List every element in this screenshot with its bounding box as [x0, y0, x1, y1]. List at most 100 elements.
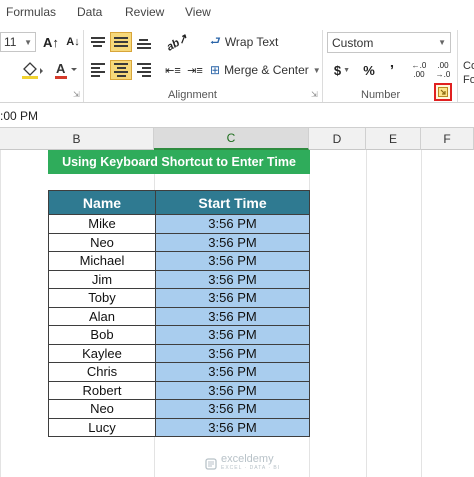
table-body: Mike 3:56 PM Neo 3:56 PM Michael 3:56 PM Jim 3:… — [48, 214, 310, 437]
table-row: Bob 3:56 PM — [48, 325, 310, 345]
align-right-button[interactable] — [133, 60, 155, 80]
name-cell[interactable]: Robert — [48, 380, 156, 400]
increase-decimal-button[interactable]: ←.0 .00 — [408, 58, 430, 82]
tab-view[interactable]: View — [185, 5, 211, 19]
format-as-table-partial-label[interactable]: Fo — [463, 74, 474, 86]
column-header-f[interactable]: F — [421, 128, 474, 150]
start-time-cell[interactable]: 3:56 PM — [155, 380, 310, 400]
start-time-table: Name Start Time Mike 3:56 PM Neo 3:56 PM Mic… — [48, 190, 310, 437]
align-left-button[interactable] — [87, 60, 109, 80]
merge-center-label: Merge & Center — [224, 63, 309, 77]
table-row: Robert 3:56 PM — [48, 380, 310, 400]
accounting-format-button[interactable]: $ ▼ — [330, 60, 354, 80]
grow-font-icon: A↑ — [43, 34, 59, 50]
table-row: Kaylee 3:56 PM — [48, 343, 310, 363]
gridline — [421, 150, 422, 477]
table-row: Toby 3:56 PM — [48, 288, 310, 308]
chevron-down-icon: ▼ — [343, 66, 351, 74]
middle-align-icon — [114, 37, 128, 47]
orientation-button[interactable]: ab↗ — [162, 31, 192, 54]
start-time-cell[interactable]: 3:56 PM — [155, 325, 310, 345]
middle-align-button[interactable] — [110, 32, 132, 52]
alignment-dialog-launcher-icon[interactable]: ⇲ — [311, 90, 320, 99]
decrease-indent-button[interactable]: ⇤≡ — [162, 60, 184, 80]
name-cell[interactable]: Neo — [48, 232, 156, 252]
start-time-cell[interactable]: 3:56 PM — [155, 232, 310, 252]
name-cell[interactable]: Lucy — [48, 417, 156, 437]
increase-indent-button[interactable]: ⇥≡ — [184, 60, 206, 80]
column-header-e[interactable]: E — [366, 128, 421, 150]
number-format-dialog-launcher[interactable] — [434, 83, 452, 101]
table-row: Lucy 3:56 PM — [48, 417, 310, 437]
font-size-value: 11 — [4, 35, 17, 49]
name-cell[interactable]: Michael — [48, 251, 156, 271]
align-center-button[interactable] — [110, 60, 132, 80]
tab-review[interactable]: Review — [125, 5, 164, 19]
group-separator — [83, 30, 84, 102]
start-time-cell[interactable]: 3:56 PM — [155, 269, 310, 289]
start-time-cell[interactable]: 3:56 PM — [155, 343, 310, 363]
column-header-b[interactable]: B — [0, 128, 154, 150]
alignment-group-label: Alignment — [168, 89, 217, 101]
column-headers: B C D E F — [0, 128, 474, 150]
gridline — [366, 150, 367, 477]
name-column-header[interactable]: Name — [48, 190, 156, 215]
watermark: exceldemy EXCEL · DATA · BI — [205, 454, 281, 473]
decrease-font-size-button[interactable]: A↓ — [62, 32, 84, 52]
currency-icon: $ — [333, 62, 342, 78]
ribbon-tab-bar: Formulas Data Review View — [0, 0, 474, 22]
start-time-cell[interactable]: 3:56 PM — [155, 417, 310, 437]
font-color-button[interactable]: A — [52, 60, 80, 80]
start-time-cell[interactable]: 3:56 PM — [155, 362, 310, 382]
number-format-dropdown[interactable]: Custom ▼ — [327, 32, 451, 53]
comma-style-button[interactable]: ’ — [381, 60, 403, 80]
percent-style-button[interactable]: % — [358, 60, 380, 80]
increase-decimal-icon: ←.0 .00 — [411, 61, 427, 79]
tab-data[interactable]: Data — [77, 5, 102, 19]
start-time-cell[interactable]: 3:56 PM — [155, 251, 310, 271]
start-time-cell[interactable]: 3:56 PM — [155, 306, 310, 326]
start-time-column-header[interactable]: Start Time — [155, 190, 310, 215]
name-cell[interactable]: Bob — [48, 325, 156, 345]
formula-bar[interactable]: :00 PM — [0, 104, 474, 128]
column-header-d[interactable]: D — [309, 128, 366, 150]
decrease-decimal-button[interactable]: .00 →.0 — [432, 58, 454, 82]
name-cell[interactable]: Chris — [48, 362, 156, 382]
comma-icon: ’ — [389, 61, 395, 79]
table-row: Neo 3:56 PM — [48, 399, 310, 419]
shrink-font-icon: A↓ — [66, 36, 80, 48]
dialog-launcher-icon — [438, 87, 448, 97]
table-row: Jim 3:56 PM — [48, 269, 310, 289]
watermark-tagline: EXCEL · DATA · BI — [221, 465, 281, 471]
top-align-button[interactable] — [87, 32, 109, 52]
name-cell[interactable]: Alan — [48, 306, 156, 326]
tab-formulas[interactable]: Formulas — [6, 5, 56, 19]
name-cell[interactable]: Neo — [48, 399, 156, 419]
name-cell[interactable]: Jim — [48, 269, 156, 289]
number-format-value: Custom — [332, 35, 374, 50]
conditional-formatting-partial-label[interactable]: Co — [463, 60, 474, 72]
wrap-text-button[interactable]: ⮐ Wrap Text — [210, 32, 278, 52]
merge-center-icon: ⊞ — [210, 63, 221, 77]
sheet-title-cell[interactable]: Using Keyboard Shortcut to Enter Time — [48, 150, 310, 174]
font-dialog-launcher-icon[interactable]: ⇲ — [73, 90, 82, 99]
name-cell[interactable]: Mike — [48, 214, 156, 234]
start-time-cell[interactable]: 3:56 PM — [155, 288, 310, 308]
decrease-decimal-icon: .00 →.0 — [435, 61, 451, 79]
column-header-c[interactable]: C — [154, 128, 309, 150]
decrease-indent-icon: ⇤≡ — [165, 64, 181, 77]
start-time-cell[interactable]: 3:56 PM — [155, 214, 310, 234]
start-time-cell[interactable]: 3:56 PM — [155, 399, 310, 419]
name-cell[interactable]: Toby — [48, 288, 156, 308]
name-cell[interactable]: Kaylee — [48, 343, 156, 363]
formula-bar-value: :00 PM — [0, 109, 39, 123]
exceldemy-logo-icon — [205, 458, 217, 470]
increase-font-size-button[interactable]: A↑ — [40, 32, 62, 52]
bottom-align-button[interactable] — [133, 32, 155, 52]
merge-center-button[interactable]: ⊞ Merge & Center ▼ — [210, 60, 321, 80]
table-header-row: Name Start Time — [48, 190, 310, 215]
fill-color-button[interactable] — [18, 60, 48, 80]
bottom-align-icon — [137, 39, 151, 49]
orientation-icon: ab↗ — [164, 31, 190, 54]
font-size-dropdown[interactable]: 11 ▼ — [0, 32, 36, 52]
